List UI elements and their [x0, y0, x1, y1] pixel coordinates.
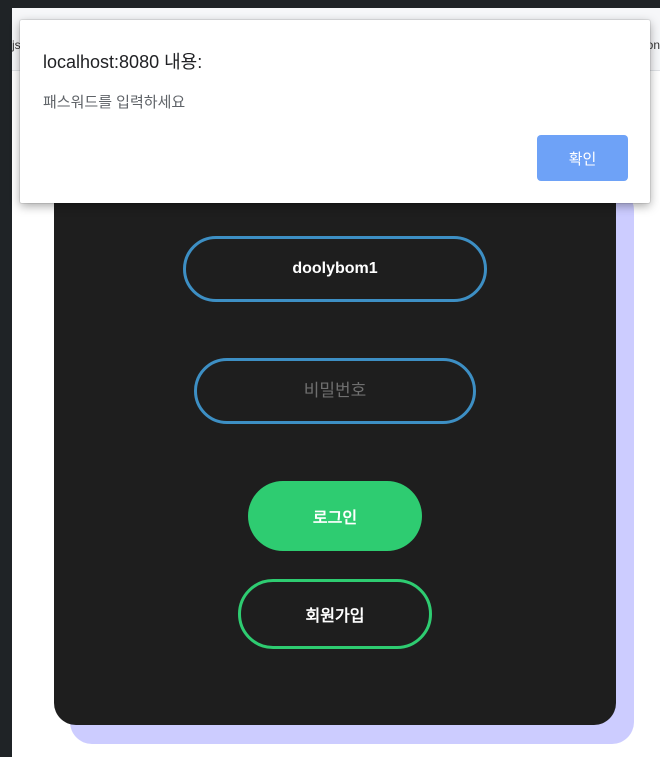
login-card: doolybom1 로그인 회원가입	[54, 168, 616, 725]
login-button-label: 로그인	[312, 510, 358, 527]
dialog-ok-button[interactable]: 확인	[537, 135, 628, 181]
dialog-message: 패스워드를 입력하세요	[43, 94, 186, 111]
dialog-title: localhost:8080 내용:	[43, 52, 203, 72]
username-value: doolybom1	[292, 260, 378, 277]
username-field[interactable]: doolybom1	[183, 236, 487, 302]
password-field[interactable]	[194, 358, 476, 424]
password-input[interactable]	[197, 360, 473, 422]
signup-button-label: 회원가입	[305, 608, 365, 625]
signup-button[interactable]: 회원가입	[238, 579, 432, 649]
login-button[interactable]: 로그인	[248, 481, 422, 551]
alert-dialog: localhost:8080 내용: 패스워드를 입력하세요 확인	[20, 20, 650, 203]
